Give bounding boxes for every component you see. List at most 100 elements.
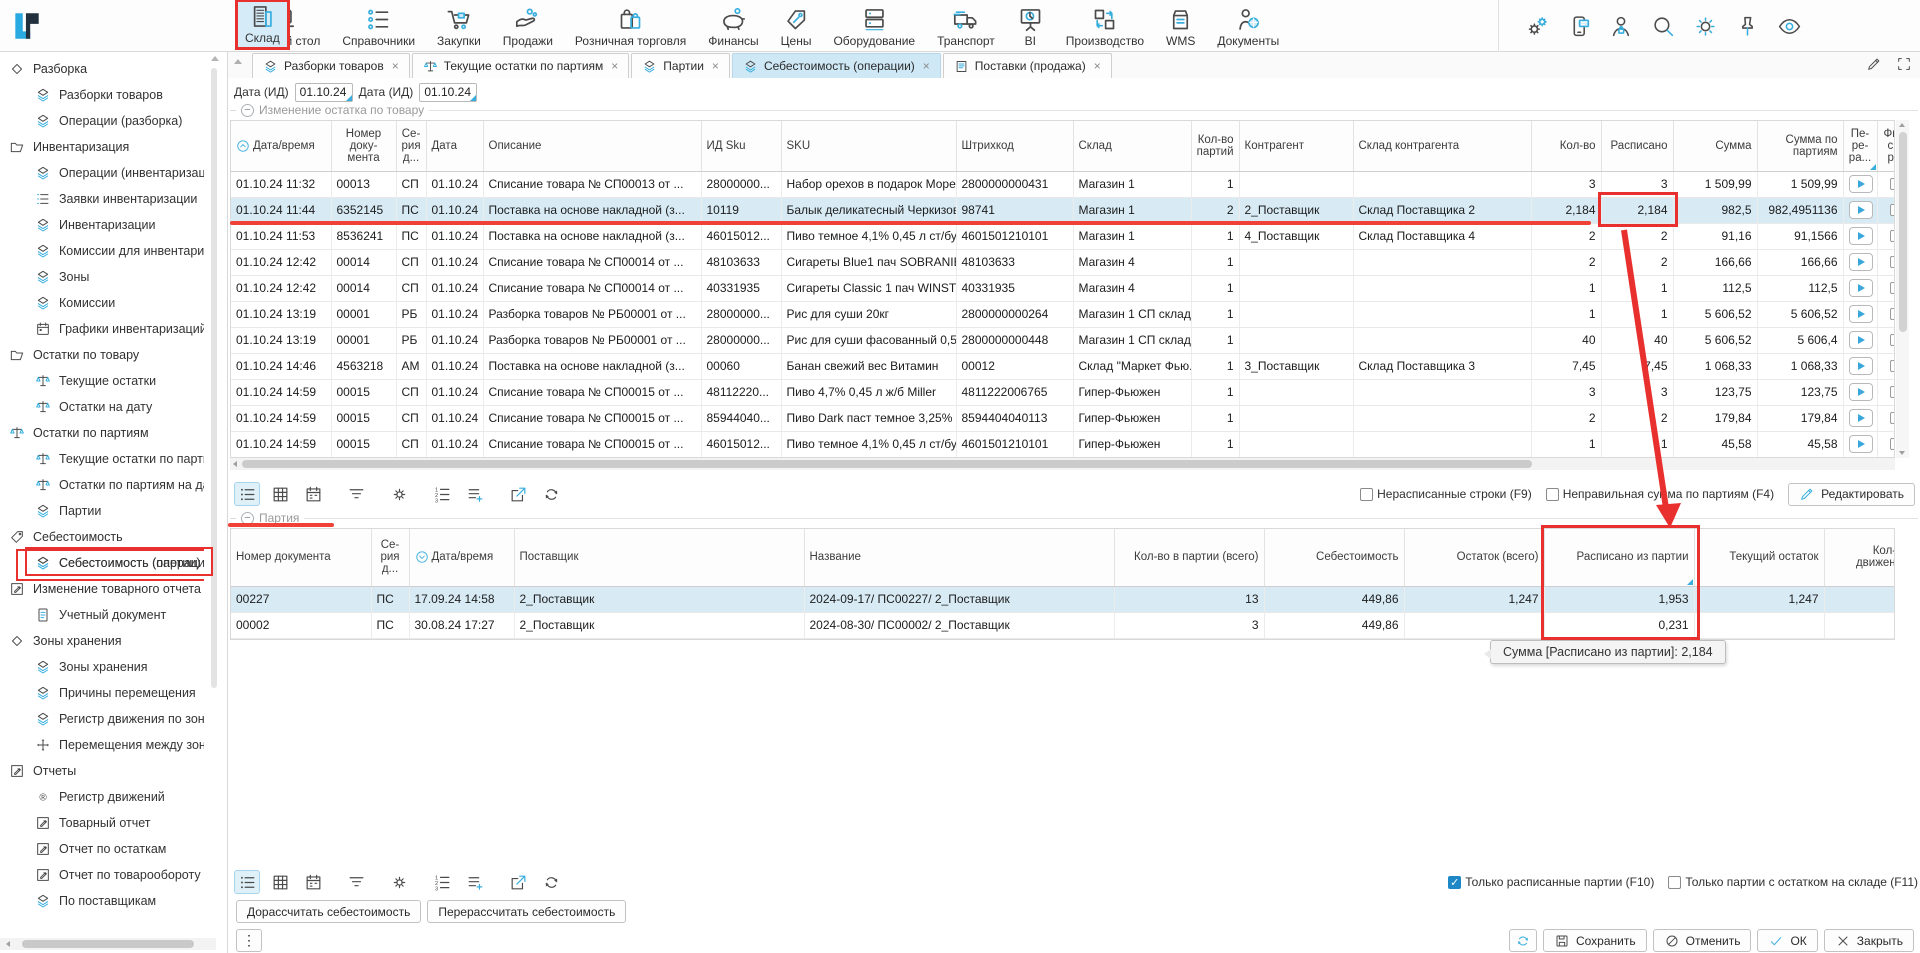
sort-desc-icon[interactable] — [415, 550, 429, 564]
sidebar-item-24[interactable]: Зоны хранения — [0, 654, 204, 680]
tab-close-icon[interactable]: × — [392, 59, 399, 73]
ribbon-item-retail[interactable]: Розничная торговля — [566, 0, 695, 52]
table-row[interactable]: 01.10.24 14:5900015СП01.10.24Списание то… — [231, 405, 1895, 431]
play-row-button[interactable] — [1849, 201, 1873, 219]
theme-brightness-icon[interactable] — [1693, 14, 1718, 39]
column-header-5[interactable]: ИД Sku — [701, 121, 781, 171]
table-row[interactable]: 01.10.24 11:538536241ПС01.10.24Поставка … — [231, 223, 1895, 249]
sidebar-item-28[interactable]: Отчеты — [0, 758, 204, 784]
play-row-button[interactable] — [1849, 279, 1873, 297]
column-header-8[interactable]: Расписано из партии — [1544, 529, 1694, 586]
sync-icon[interactable] — [538, 870, 564, 894]
list-add-icon[interactable] — [462, 482, 488, 506]
numbered-list-icon[interactable]: 123 — [429, 482, 455, 506]
sync-icon[interactable] — [538, 482, 564, 506]
sidebar-item-13[interactable]: Остатки на дату — [0, 394, 204, 420]
sidebar-item-10[interactable]: Графики инвентаризаций — [0, 316, 204, 342]
checkbox-only-allocated-parties[interactable]: ✓Только расписанные партии (F10) — [1448, 875, 1654, 889]
checkbox-box[interactable] — [1668, 876, 1681, 889]
row-checkbox[interactable] — [1890, 412, 1896, 424]
column-header-8[interactable]: Склад — [1073, 121, 1191, 171]
filter-date-to-input[interactable] — [419, 83, 477, 102]
sidebar-item-7[interactable]: Комиссии для инвентаризации — [0, 238, 204, 264]
view-grid-icon[interactable] — [267, 870, 293, 894]
column-header-12[interactable]: Кол-во — [1531, 121, 1601, 171]
column-header-1[interactable]: Номер доку-мента — [331, 121, 396, 171]
sidebar-item-25[interactable]: Причины перемещения — [0, 680, 204, 706]
row-checkbox[interactable] — [1890, 334, 1896, 346]
column-header-17[interactable]: Фик-си-ро. — [1877, 121, 1895, 171]
view-list-icon[interactable] — [234, 482, 260, 506]
pin-panel-icon[interactable] — [1735, 14, 1760, 39]
sidebar-item-11[interactable]: Остатки по товару — [0, 342, 204, 368]
sidebar-item-12[interactable]: Текущие остатки — [0, 368, 204, 394]
ribbon-item-transport[interactable]: Транспорт — [928, 0, 1004, 52]
play-row-button[interactable] — [1849, 383, 1873, 401]
checkbox-unallocated-rows[interactable]: Нерасписанные строки (F9) — [1360, 487, 1532, 501]
sidebar-item-18[interactable]: Себестоимость — [0, 524, 204, 550]
list-add-icon[interactable] — [462, 870, 488, 894]
sort-asc-icon[interactable] — [236, 139, 250, 153]
close-button[interactable]: Закрыть — [1824, 929, 1914, 952]
sidebar-item-0[interactable]: Разборка — [0, 56, 204, 82]
sidebar-item-21[interactable]: Изменение товарного отчета — [0, 576, 204, 602]
row-checkbox[interactable] — [1890, 360, 1896, 372]
checkbox-box[interactable]: ✓ — [1448, 876, 1461, 889]
play-row-button[interactable] — [1849, 175, 1873, 193]
table-row[interactable]: 01.10.24 14:5900015СП01.10.24Списание то… — [231, 379, 1895, 405]
view-calendar-icon[interactable] — [300, 482, 326, 506]
sidebar-item-23[interactable]: Зоны хранения — [0, 628, 204, 654]
fullscreen-icon[interactable] — [1896, 56, 1912, 72]
sidebar-item-2[interactable]: Операции (разборка) — [0, 108, 204, 134]
sidebar-item-30[interactable]: Товарный отчет — [0, 810, 204, 836]
sidebar-item-20[interactable]: Себестоимость (партии) — [0, 550, 204, 576]
table-row[interactable]: 01.10.24 12:4200014СП01.10.24Списание то… — [231, 249, 1895, 275]
column-header-7[interactable]: Остаток (всего) — [1404, 529, 1544, 586]
table-row[interactable]: 01.10.24 12:4200014СП01.10.24Списание то… — [231, 275, 1895, 301]
sidebar-item-8[interactable]: Зоны — [0, 264, 204, 290]
ribbon-item-documents[interactable]: Документы — [1208, 0, 1288, 52]
column-header-13[interactable]: Расписано — [1601, 121, 1673, 171]
row-checkbox[interactable] — [1890, 230, 1896, 242]
tab-1[interactable]: Текущие остатки по партиям× — [412, 53, 630, 78]
column-header-7[interactable]: Штрихкод — [956, 121, 1073, 171]
row-checkbox[interactable] — [1890, 386, 1896, 398]
sidebar-item-5[interactable]: Заявки инвентаризации — [0, 186, 204, 212]
sidebar-item-32[interactable]: Отчет по товарообороту — [0, 862, 204, 888]
ribbon-item-sales[interactable]: Продажи — [494, 0, 562, 52]
open-external-icon[interactable] — [505, 870, 531, 894]
column-header-14[interactable]: Сумма — [1673, 121, 1757, 171]
checkbox-wrong-party-sum[interactable]: Неправильная сумма по партиям (F4) — [1546, 487, 1774, 501]
cancel-button[interactable]: Отменить — [1653, 929, 1752, 952]
user-account-icon[interactable] — [1609, 14, 1634, 39]
play-row-button[interactable] — [1849, 409, 1873, 427]
save-button[interactable]: Сохранить — [1543, 929, 1647, 952]
sidebar-item-26[interactable]: Регистр движения по зонам — [0, 706, 204, 732]
column-header-1[interactable]: Се-рия д... — [371, 529, 409, 586]
edit-button[interactable]: Редактировать — [1788, 483, 1915, 506]
sidebar-item-9[interactable]: Комиссии — [0, 290, 204, 316]
view-list-icon[interactable] — [234, 870, 260, 894]
column-header-9[interactable]: Кол-во партий — [1191, 121, 1239, 171]
sidebar-item-22[interactable]: Учетный документ — [0, 602, 204, 628]
play-row-button[interactable] — [1849, 305, 1873, 323]
collapse-sidebar-icon[interactable] — [234, 59, 242, 64]
tab-close-icon[interactable]: × — [611, 59, 618, 73]
ok-button[interactable]: ОК — [1757, 929, 1817, 952]
sidebar-horizontal-scrollbar[interactable] — [0, 938, 216, 950]
collapse-section-icon[interactable]: − — [241, 512, 254, 525]
settings-icon[interactable] — [386, 870, 412, 894]
numbered-list-icon[interactable]: 123 — [429, 870, 455, 894]
play-row-button[interactable] — [1849, 435, 1873, 453]
column-header-2[interactable]: Дата/время — [409, 529, 514, 586]
column-header-10[interactable]: Кол-во движений — [1824, 529, 1895, 586]
sidebar-item-1[interactable]: Разборки товаров — [0, 82, 204, 108]
row-checkbox[interactable] — [1890, 178, 1896, 190]
settings-icon[interactable] — [386, 482, 412, 506]
column-header-9[interactable]: Текущий остаток — [1694, 529, 1824, 586]
column-header-6[interactable]: Себестоимость — [1264, 529, 1404, 586]
column-header-10[interactable]: Контрагент — [1239, 121, 1353, 171]
recalc-all-cost-button[interactable]: Перерассчитать себестоимость — [427, 900, 626, 923]
app-settings-icon[interactable] — [1525, 14, 1550, 39]
tab-close-icon[interactable]: × — [712, 59, 719, 73]
